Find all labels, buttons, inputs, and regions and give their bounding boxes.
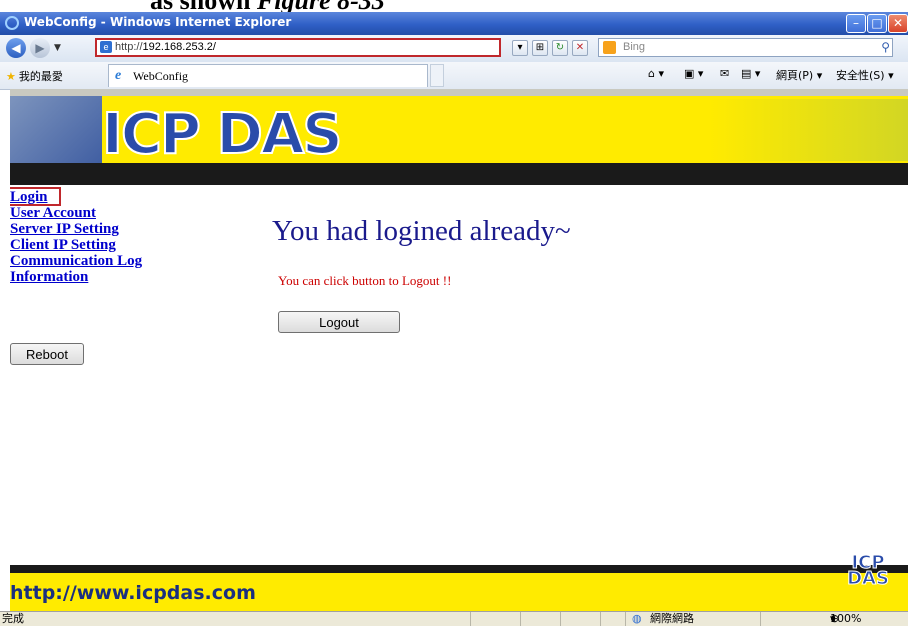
sidebar-item-server-ip-setting[interactable]: Server IP Setting bbox=[10, 221, 260, 237]
tab-webconfig[interactable]: e WebConfig bbox=[108, 64, 428, 87]
address-input[interactable]: e http://192.168.253.2/ bbox=[95, 38, 501, 57]
logout-button[interactable]: Logout bbox=[278, 311, 400, 333]
compatibility-view-icon[interactable]: ⊞ bbox=[532, 40, 548, 56]
page-menu[interactable]: 網頁(P) ▾ bbox=[776, 67, 822, 83]
status-divider bbox=[760, 612, 761, 626]
back-button[interactable]: ◀ bbox=[6, 38, 26, 58]
refresh-icon[interactable]: ↻ bbox=[552, 40, 568, 56]
title-bar: WebConfig - Windows Internet Explorer – … bbox=[0, 12, 908, 35]
brand-logo: ICP DAS bbox=[101, 102, 344, 167]
status-divider bbox=[520, 612, 521, 626]
safety-menu[interactable]: 安全性(S) ▾ bbox=[836, 67, 894, 83]
url-scheme: http:// bbox=[115, 41, 143, 53]
safety-menu-label: 安全性(S) bbox=[836, 69, 885, 82]
page-content: ICP DAS Login User Account Server IP Set… bbox=[10, 89, 908, 611]
page-icon: e bbox=[100, 41, 112, 53]
status-text: 完成 bbox=[2, 612, 24, 625]
page-menu-label: 網頁(P) bbox=[776, 69, 814, 82]
window-title: WebConfig - Windows Internet Explorer bbox=[24, 15, 292, 29]
mail-icon[interactable]: ✉ bbox=[720, 67, 729, 80]
banner-bottom-strip bbox=[10, 163, 908, 185]
sidebar-item-communication-log[interactable]: Communication Log bbox=[10, 253, 260, 269]
address-toolbar: ◀ ▶ ▼ e http://192.168.253.2/ ▾ ⊞ ↻ ✕ Bi… bbox=[0, 35, 908, 62]
status-divider bbox=[560, 612, 561, 626]
sidebar-item-client-ip-setting[interactable]: Client IP Setting bbox=[10, 237, 260, 253]
footer: http://www.icpdas.com ICP DAS bbox=[10, 553, 908, 611]
feeds-icon[interactable]: ▣ ▾ bbox=[684, 67, 703, 80]
minimize-button[interactable]: – bbox=[846, 14, 866, 33]
header-banner: ICP DAS bbox=[10, 89, 908, 185]
ie-tab-icon: e bbox=[115, 68, 122, 83]
internet-zone: 網際網路 bbox=[650, 612, 694, 625]
reboot-button[interactable]: Reboot bbox=[10, 343, 84, 365]
zoom-value: 100% bbox=[830, 612, 862, 625]
login-highlight-box bbox=[10, 187, 61, 206]
sidebar-menu: Login User Account Server IP Setting Cli… bbox=[10, 187, 260, 365]
new-tab-button[interactable] bbox=[430, 64, 444, 87]
recent-pages-dropdown-icon[interactable]: ▼ bbox=[54, 43, 61, 53]
status-divider bbox=[625, 612, 626, 626]
sidebar-item-information[interactable]: Information bbox=[10, 269, 260, 285]
globe-icon: ◍ bbox=[632, 612, 642, 625]
browser-window: WebConfig - Windows Internet Explorer – … bbox=[0, 12, 908, 626]
tab-title: WebConfig bbox=[133, 69, 189, 83]
url-host: 192.168.253.2/ bbox=[142, 41, 216, 53]
forward-button[interactable]: ▶ bbox=[30, 38, 50, 58]
bing-icon bbox=[603, 41, 616, 54]
status-divider bbox=[470, 612, 471, 626]
footer-mini-logo: ICP DAS bbox=[847, 552, 890, 589]
favorites-bar: ★ 我的最愛 e WebConfig ⌂ ▾ ▣ ▾ ✉ ▤ ▾ 網頁(P) ▾ … bbox=[0, 62, 908, 90]
search-icon[interactable]: ⚲ bbox=[881, 39, 890, 56]
page-title: You had logined already~ bbox=[272, 215, 571, 247]
status-divider bbox=[600, 612, 601, 626]
banner-top-strip bbox=[10, 89, 908, 96]
star-icon: ★ bbox=[6, 70, 16, 83]
close-button[interactable]: ✕ bbox=[888, 14, 908, 33]
favorites-label: 我的最愛 bbox=[18, 70, 63, 83]
favorites-button[interactable]: ★ 我的最愛 bbox=[6, 68, 63, 84]
stop-icon[interactable]: ✕ bbox=[572, 40, 588, 56]
status-bar: 完成 ◍ 網際網路 ⊕ 100% ▾ bbox=[0, 611, 908, 626]
ie-logo-icon bbox=[5, 16, 19, 30]
search-input[interactable]: Bing ⚲ bbox=[598, 38, 893, 57]
zoom-level[interactable]: ⊕ 100% ▾ bbox=[830, 612, 861, 626]
footer-url: http://www.icpdas.com bbox=[10, 582, 256, 604]
sidebar-item-user-account[interactable]: User Account bbox=[10, 205, 260, 221]
banner-decoration bbox=[710, 99, 908, 161]
print-icon[interactable]: ▤ ▾ bbox=[741, 67, 760, 80]
search-placeholder: Bing bbox=[623, 41, 646, 53]
home-icon[interactable]: ⌂ ▾ bbox=[648, 67, 664, 80]
footer-dark-strip bbox=[10, 565, 908, 573]
logout-message: You can click button to Logout !! bbox=[278, 273, 452, 288]
address-dropdown-icon[interactable]: ▾ bbox=[512, 40, 528, 56]
maximize-button[interactable]: □ bbox=[867, 14, 887, 33]
